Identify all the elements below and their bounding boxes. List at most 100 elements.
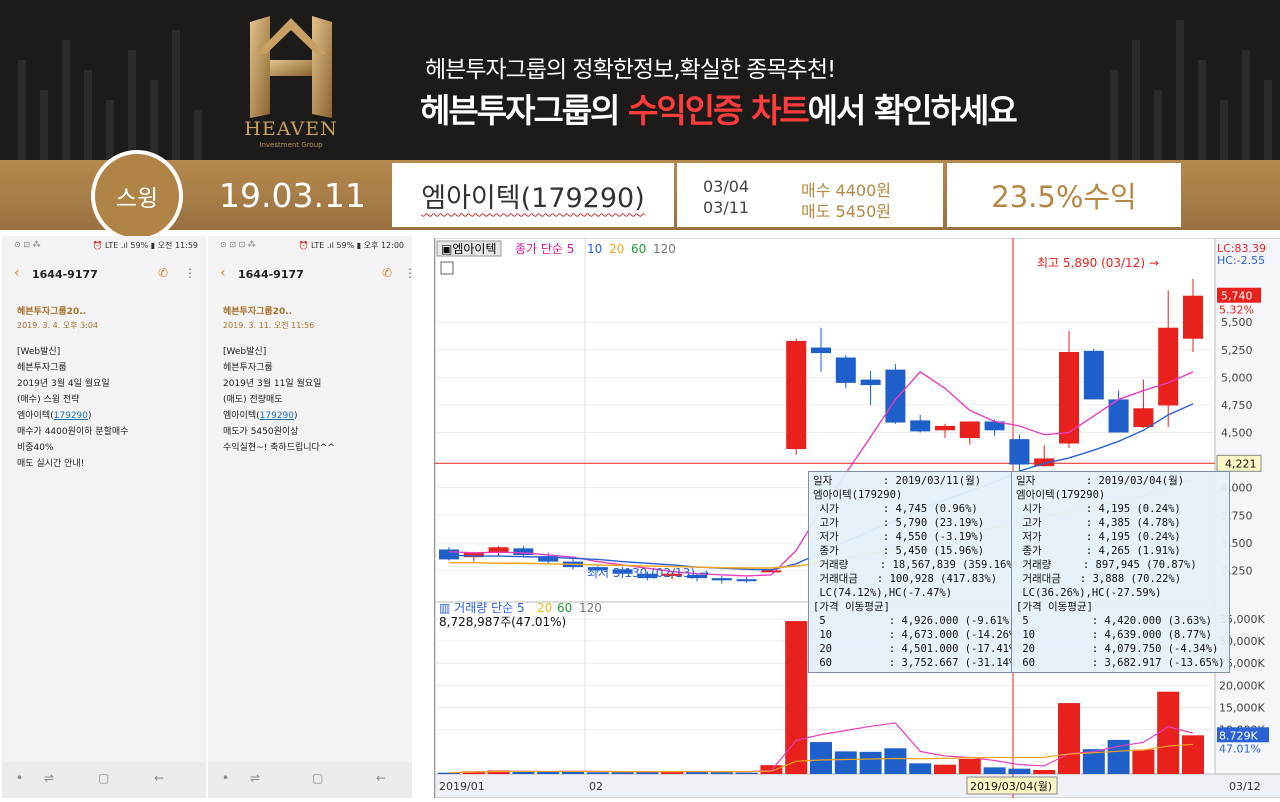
price-tick-label: 5,500 bbox=[1221, 316, 1253, 329]
tooltip-line: 엠아이텍(179290) bbox=[813, 489, 903, 501]
candle-body bbox=[835, 357, 856, 383]
sms-line: [Web발신] bbox=[223, 347, 267, 357]
sms-line[interactable]: 엠아이텍(179290) bbox=[223, 408, 335, 424]
tooltip-line: 10 : 4,639.000 (8.77%) bbox=[1016, 629, 1212, 641]
slogan-line-2: 헤븐투자그룹의 수익인증 차트에서 확인하세요 bbox=[420, 84, 1018, 132]
sms-sender: 헤븐투자그룹20.. bbox=[17, 307, 87, 317]
candle-body bbox=[1059, 351, 1079, 444]
volume-bar bbox=[1132, 749, 1155, 774]
volume-bar bbox=[958, 758, 981, 774]
x-tick-label: 2019/01 bbox=[439, 780, 485, 793]
tooltip-line: 저가 : 4,195 (0.24%) bbox=[1016, 531, 1181, 543]
sms-line: (매수) 스윙 전략 bbox=[17, 395, 80, 405]
slogan-line-1: 헤븐투자그룹의 정확한정보,확실한 종목추천! bbox=[425, 57, 836, 83]
chart-title: ▣엠아이텍 bbox=[441, 242, 497, 256]
status-bar: ⏰ LTE .ıl 59% ▮ 오후 12:00 bbox=[298, 241, 404, 250]
volume-bar bbox=[884, 748, 907, 774]
tooltip-line: 20 : 4,501.000 (-17.41%) bbox=[813, 643, 1022, 655]
tooltip-line: 고가 : 5,790 (23.19%) bbox=[813, 517, 985, 529]
logo-subtitle: Investment Group bbox=[259, 141, 323, 149]
back-arrow-icon[interactable]: ‹ bbox=[14, 265, 20, 281]
volume-legend-item: 20 bbox=[537, 601, 552, 615]
nav-dot-icon[interactable]: • bbox=[222, 771, 229, 785]
candle-body bbox=[786, 340, 807, 450]
x-tick-label: 03/12 bbox=[1229, 780, 1261, 793]
volume-bar bbox=[834, 751, 857, 774]
price-tick-label: 5,250 bbox=[1221, 344, 1253, 357]
sms-title: 1644-9177 bbox=[32, 268, 98, 281]
hc-label: HC:-2.55 bbox=[1217, 254, 1265, 267]
call-icon[interactable]: ✆ bbox=[158, 266, 168, 280]
banner: HEAVEN Investment Group 헤븐투자그룹의 정확한정보,확실… bbox=[0, 0, 1280, 160]
price-legend-item: 20 bbox=[609, 242, 624, 256]
tooltip-line: 5 : 4,420.000 (3.63%) bbox=[1016, 615, 1212, 627]
tooltip-line: 거래량 : 897,945 (70.87%) bbox=[1016, 559, 1197, 571]
recent-apps-icon[interactable]: ⇌ bbox=[250, 771, 260, 785]
result-strip: 19.03.11 엠아이텍(179290) 03/04 03/11 매수 440… bbox=[0, 160, 1280, 230]
tooltip-line: [가격 이동평균] bbox=[813, 601, 890, 613]
price-legend-item: 10 bbox=[587, 242, 602, 256]
high-annotation: 최고 5,890 (03/12) → bbox=[1037, 256, 1159, 270]
back-icon[interactable]: ← bbox=[376, 771, 386, 785]
volume-bar bbox=[810, 742, 832, 774]
tooltip-line: 종가 : 4,265 (1.91%) bbox=[1016, 545, 1181, 557]
back-icon[interactable]: ← bbox=[154, 771, 164, 785]
volume-legend-item: ▥ 거래량 단순 5 bbox=[439, 601, 525, 615]
candle-body bbox=[736, 579, 757, 582]
home-icon[interactable]: ▢ bbox=[312, 771, 323, 785]
tooltip-line: 종가 : 5,450 (15.96%) bbox=[813, 545, 985, 557]
slogan-post: 에서 확인하세요 bbox=[807, 91, 1018, 130]
volume-bar bbox=[1182, 735, 1204, 774]
sms-line: (매도) 전량매도 bbox=[223, 395, 283, 405]
tooltip-0304: 일자 : 2019/03/04(월) 엠아이텍(179290) 시가 : 4,19… bbox=[1011, 471, 1230, 673]
volume-bar bbox=[710, 772, 733, 774]
candle-body bbox=[959, 421, 980, 439]
candle-body bbox=[910, 420, 931, 432]
candle-body bbox=[1158, 327, 1179, 406]
candle-body bbox=[935, 425, 955, 431]
tooltip-line: 거래대금 : 100,928 (417.83%) bbox=[813, 573, 998, 585]
profit-text: 23.5%수익 bbox=[991, 180, 1137, 214]
volume-bar bbox=[1058, 703, 1080, 774]
sms-line: 헤븐투자그룹 bbox=[223, 363, 273, 373]
swing-badge: 스윙 bbox=[91, 150, 183, 242]
tooltip-line: 일자 : 2019/03/04(월) bbox=[1016, 475, 1185, 487]
recent-apps-icon[interactable]: ⇌ bbox=[44, 771, 54, 785]
sms-line: 2019년 3월 11일 월요일 bbox=[223, 379, 322, 389]
crosshair-price-label: 4,221 bbox=[1225, 457, 1257, 470]
nav-dot-icon[interactable]: • bbox=[16, 771, 23, 785]
stock-chart[interactable]: 5,5005,2505,0004,7504,5004,2504,0003,750… bbox=[434, 237, 1280, 799]
volume-bar bbox=[909, 763, 932, 774]
low-annotation: 최저 3,130 (02/13) → bbox=[587, 566, 709, 580]
more-icon[interactable]: ⋮ bbox=[404, 266, 416, 280]
sms-line: 헤븐투자그룹 bbox=[17, 363, 67, 373]
volume-bar bbox=[785, 621, 808, 774]
sms-screen-1: ⊙ ⊡ ⁂ ⏰ LTE .ıl 59% ▮ 오전 11:59 ‹ 1644-91… bbox=[2, 236, 206, 798]
trade-date: 19.03.11 bbox=[219, 176, 366, 215]
candle-body bbox=[761, 570, 782, 573]
slogan-highlight: 수익인증 차트 bbox=[628, 91, 810, 130]
tooltip-line: 5 : 4,926.000 (-9.61%) bbox=[813, 615, 1016, 627]
call-icon[interactable]: ✆ bbox=[382, 266, 392, 280]
price-legend-item: 종가 단순 5 bbox=[515, 242, 574, 256]
stock-name-cell: 엠아이텍(179290) bbox=[392, 163, 674, 227]
volume-bar bbox=[611, 772, 634, 774]
sms-line[interactable]: 엠아이텍(179290) bbox=[17, 408, 128, 424]
sms-line: 매수가 4400원이하 분할매수 bbox=[17, 427, 129, 437]
price-tick-label: 5,000 bbox=[1221, 371, 1253, 384]
more-icon[interactable]: ⋮ bbox=[184, 266, 196, 280]
crosshair-date-label: 2019/03/04(월) bbox=[970, 780, 1052, 793]
back-arrow-icon[interactable]: ‹ bbox=[220, 265, 226, 281]
android-nav-bar: • ⇌ ▢ ← bbox=[2, 762, 206, 798]
home-icon[interactable]: ▢ bbox=[98, 771, 109, 785]
sms-body: [Web발신] 헤븐투자그룹 2019년 3월 11일 월요일 (매도) 전량매… bbox=[223, 344, 335, 456]
tooltip-line: 거래대금 : 3,888 (70.22%) bbox=[1016, 573, 1182, 585]
candle-body bbox=[811, 347, 831, 354]
volume-bar bbox=[983, 767, 1006, 774]
trade-detail-cell: 03/04 03/11 매수 4400원 매도 5450원 bbox=[677, 163, 943, 227]
tooltip-line: 60 : 3,752.667 (-31.14%) bbox=[813, 657, 1022, 669]
x-tick-label: 02 bbox=[589, 780, 603, 793]
tooltip-line: LC(36.26%),HC(-27.59%) bbox=[1016, 587, 1162, 599]
candle-body bbox=[439, 549, 459, 560]
sms-date: 2019. 3. 4. 오후 3:04 bbox=[17, 321, 99, 330]
